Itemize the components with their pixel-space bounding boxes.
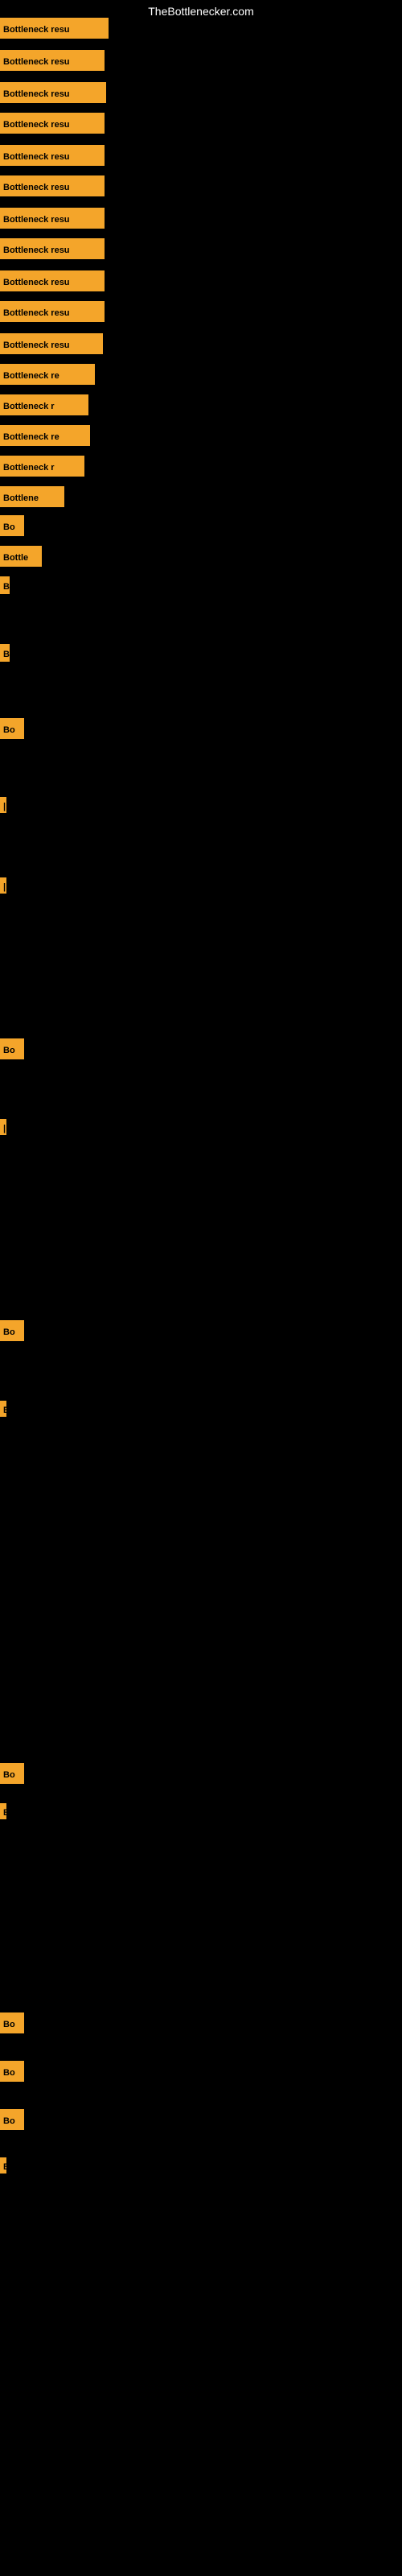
bar-label: Bottleneck resu: [0, 145, 105, 166]
bar-label: Bottleneck re: [0, 425, 90, 446]
bar-item: Bo: [0, 2109, 32, 2130]
bar-item: B: [0, 1401, 14, 1417]
bar-label: Bottleneck resu: [0, 82, 106, 103]
bar-label: |: [0, 877, 6, 894]
bar-label: Bo: [0, 2013, 24, 2033]
bar-label: B: [0, 576, 10, 594]
bar-item: Bottleneck re: [0, 364, 103, 385]
bar-item: Bottleneck resu: [0, 208, 113, 229]
bar-item: Bottlene: [0, 486, 72, 507]
bar-label: Bottleneck re: [0, 364, 95, 385]
bar-label: |: [0, 797, 6, 813]
bar-item: Bottleneck re: [0, 425, 98, 446]
bar-item: Bo: [0, 2061, 32, 2082]
bar-label: Bottle: [0, 546, 42, 567]
bar-item: Bottleneck resu: [0, 301, 113, 322]
bar-item: Bo: [0, 1320, 32, 1341]
bar-item: Bottleneck resu: [0, 333, 111, 354]
bar-item: B: [0, 644, 18, 662]
bar-label: Bo: [0, 1320, 24, 1341]
bar-label: Bottleneck resu: [0, 50, 105, 71]
bar-label: Bottleneck resu: [0, 113, 105, 134]
bar-label: Bo: [0, 2109, 24, 2130]
bar-label: B: [0, 1803, 6, 1819]
bar-item: Bottleneck resu: [0, 82, 114, 103]
bar-item: Bottleneck resu: [0, 238, 113, 259]
bar-label: Bottleneck resu: [0, 301, 105, 322]
bar-label: Bottleneck resu: [0, 208, 105, 229]
bar-label: Bo: [0, 515, 24, 536]
bar-item: Bottleneck resu: [0, 18, 117, 39]
bar-item: B: [0, 576, 18, 594]
bar-label: Bottleneck resu: [0, 238, 105, 259]
bar-label: Bottleneck resu: [0, 333, 103, 354]
bar-label: Bo: [0, 718, 24, 739]
bar-item: Bo: [0, 2013, 32, 2033]
bar-label: Bo: [0, 2061, 24, 2082]
bar-label: Bottleneck resu: [0, 175, 105, 196]
bar-item: Bottleneck resu: [0, 113, 113, 134]
bar-item: Bo: [0, 515, 32, 536]
bar-label: Bo: [0, 1763, 24, 1784]
bar-item: Bottleneck resu: [0, 50, 113, 71]
bar-label: Bottleneck resu: [0, 18, 109, 39]
bar-label: B: [0, 644, 10, 662]
bar-label: Bottlene: [0, 486, 64, 507]
bar-item: B: [0, 1803, 14, 1819]
bar-item: |: [0, 797, 14, 813]
bar-label: B: [0, 1401, 6, 1417]
bar-item: B: [0, 2157, 14, 2174]
bar-label: |: [0, 1119, 6, 1135]
bar-label: B: [0, 2157, 6, 2174]
bar-item: Bottleneck r: [0, 394, 96, 415]
bar-item: |: [0, 1119, 14, 1135]
bar-label: Bottleneck r: [0, 394, 88, 415]
bar-item: Bo: [0, 1038, 32, 1059]
bar-item: Bo: [0, 718, 32, 739]
bar-item: Bottleneck r: [0, 456, 92, 477]
bar-label: Bo: [0, 1038, 24, 1059]
bar-item: Bottleneck resu: [0, 270, 113, 291]
bar-item: Bo: [0, 1763, 32, 1784]
bar-item: Bottle: [0, 546, 50, 567]
bar-label: Bottleneck r: [0, 456, 84, 477]
bar-item: Bottleneck resu: [0, 145, 113, 166]
bar-label: Bottleneck resu: [0, 270, 105, 291]
bar-item: Bottleneck resu: [0, 175, 113, 196]
bar-item: |: [0, 877, 14, 894]
